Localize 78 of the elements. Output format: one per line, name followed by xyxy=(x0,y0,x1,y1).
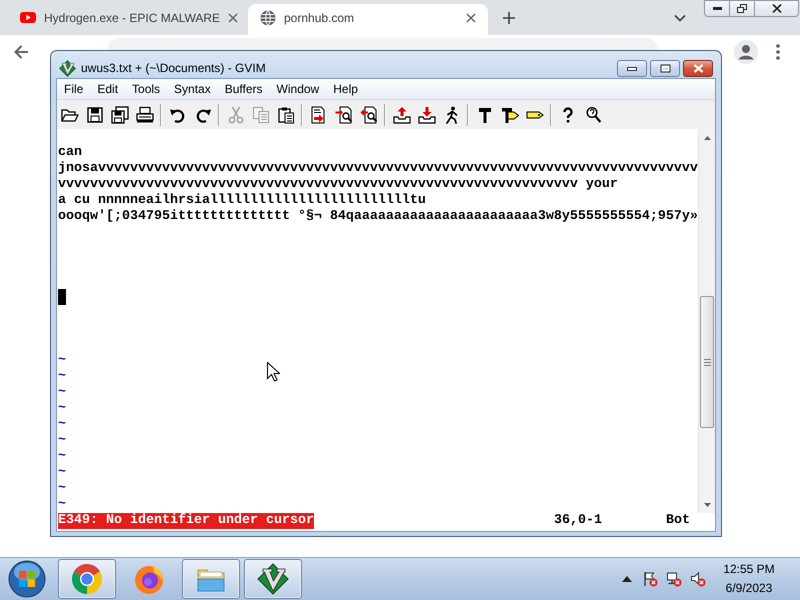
text-line: vvvvvvvvvvvvvvvvvvvvvvvvvvvvvvvvvvvvvvvvvvvvvvvvvvvvvvvvvvvvvvvvv your xyxy=(58,177,618,193)
minimize-button[interactable] xyxy=(704,0,730,17)
close-button[interactable] xyxy=(683,60,713,77)
document-search-icon[interactable] xyxy=(334,106,352,124)
printer-icon[interactable] xyxy=(136,106,154,124)
scrollbar-thumb[interactable] xyxy=(700,296,714,428)
maximize-button[interactable] xyxy=(650,60,680,77)
hammer-tag-icon[interactable] xyxy=(500,106,518,124)
network-icon[interactable] xyxy=(666,571,682,587)
document-arrow-icon[interactable] xyxy=(310,106,328,124)
empty-line-marker: ~ xyxy=(58,449,66,465)
v-logo-icon xyxy=(257,563,289,595)
text-line: oooqw'[;034795itttttttttttttt °§¬ 84qaaaaaaaaaaaaaaaaaaaaaaa3w8y5555555554;957y» xyxy=(58,209,698,225)
profile-avatar-icon[interactable] xyxy=(734,40,758,64)
empty-line-marker: ~ xyxy=(58,353,66,369)
flag-icon[interactable] xyxy=(642,571,658,587)
close-icon xyxy=(772,4,782,13)
play-logo-icon xyxy=(20,12,36,23)
scroll-up-icon[interactable] xyxy=(704,136,710,140)
minimize-icon xyxy=(712,7,722,10)
close-icon[interactable] xyxy=(466,12,476,22)
restore-icon xyxy=(737,4,747,13)
menu-item[interactable]: Edit xyxy=(90,79,126,99)
caret-up-icon[interactable] xyxy=(622,576,632,582)
menu-item[interactable]: Buffers xyxy=(218,79,270,99)
browser-tab[interactable]: pornhub.com xyxy=(248,4,488,35)
taskbar-button[interactable] xyxy=(244,559,302,599)
empty-line-marker: ~ xyxy=(58,481,66,497)
more-menu-icon[interactable] xyxy=(776,44,780,60)
scroll-position: Bot xyxy=(666,513,690,529)
clipboard-icon[interactable] xyxy=(276,106,294,124)
minimize-icon xyxy=(627,66,637,70)
minimize-button[interactable] xyxy=(617,60,647,77)
empty-line-marker: ~ xyxy=(58,401,66,417)
tray-down-arrow-icon[interactable] xyxy=(418,106,436,124)
browser-icon[interactable] xyxy=(133,563,165,595)
browser-tab[interactable]: Hydrogen.exe - EPIC MALWARE xyxy=(8,4,248,35)
close-icon xyxy=(692,64,704,73)
text-line: a cu nnnnneailhrsiallllllllllllllllllllllllltu xyxy=(58,193,426,209)
back-arrow-icon[interactable] xyxy=(13,44,29,60)
maximize-icon xyxy=(660,64,670,73)
menu-item[interactable]: Window xyxy=(270,79,326,99)
empty-line-marker: ~ xyxy=(58,369,66,385)
globe-icon xyxy=(260,10,276,26)
tray-up-arrow-icon[interactable] xyxy=(392,106,410,124)
empty-line-marker: ~ xyxy=(58,433,66,449)
scroll-down-icon[interactable] xyxy=(704,503,710,507)
error-message: E349: No identifier under cursor xyxy=(58,513,314,529)
search-help-icon[interactable] xyxy=(584,106,602,124)
menu-item[interactable]: Tools xyxy=(125,79,168,99)
document-search-icon[interactable] xyxy=(360,106,378,124)
menu-item[interactable]: File xyxy=(57,79,90,99)
menu-item[interactable]: Syntax xyxy=(167,79,218,99)
taskbar-button[interactable] xyxy=(58,559,116,599)
restore-button[interactable] xyxy=(730,0,755,17)
grip-icon xyxy=(704,358,710,366)
clock-time: 12:55 PM xyxy=(723,561,775,578)
chevron-down-icon[interactable] xyxy=(674,14,686,22)
floppy-disks-icon[interactable] xyxy=(110,106,128,124)
text-line: can xyxy=(58,145,82,161)
empty-line-marker: ~ xyxy=(58,417,66,433)
close-button[interactable] xyxy=(755,0,799,17)
empty-line-marker: ~ xyxy=(58,497,66,513)
window-title: uwus3.txt + (~\Documents) - GVIM xyxy=(81,61,266,75)
start-orb-icon[interactable] xyxy=(8,560,46,598)
cursor-position: 36,0-1 xyxy=(554,513,602,529)
empty-line-marker: ~ xyxy=(58,465,66,481)
text-line: jnosavvvvvvvvvvvvvvvvvvvvvvvvvvvvvvvvvvvvvvvvvvvvvvvvvvvvvvvvvvvvvvvvvvvvvvvvvvv xyxy=(58,161,698,177)
browser-icon xyxy=(71,563,103,595)
speaker-icon[interactable] xyxy=(690,571,706,587)
empty-line-marker: ~ xyxy=(58,385,66,401)
menu-item[interactable]: Help xyxy=(326,79,365,99)
plus-icon[interactable] xyxy=(502,10,516,24)
clock-date: 6/9/2023 xyxy=(726,580,772,597)
close-icon[interactable] xyxy=(228,12,238,22)
scrollbar-track[interactable] xyxy=(698,129,715,513)
v-logo-icon xyxy=(59,60,76,76)
mouse-pointer-icon xyxy=(267,362,280,382)
